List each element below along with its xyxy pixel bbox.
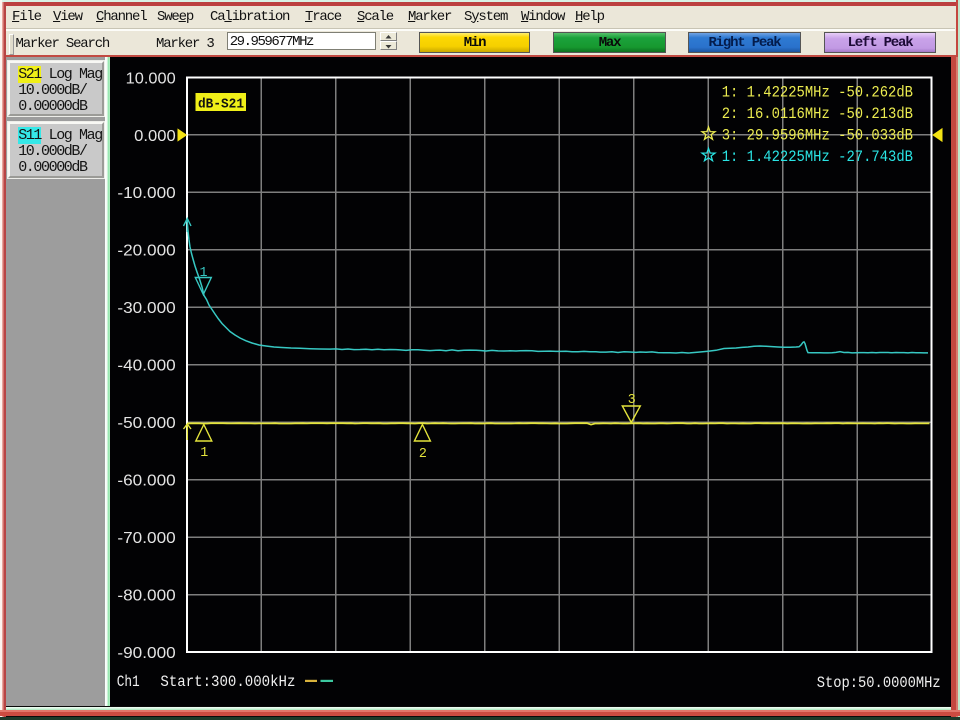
svg-text:2: 16.0116MHz -50.213dB: 2: 16.0116MHz -50.213dB — [722, 105, 913, 123]
svg-text:1: 1 — [200, 265, 208, 281]
svg-text:0.000: 0.000 — [134, 128, 176, 145]
svg-text:2: 2 — [419, 446, 427, 462]
svg-text:1: 1.42225MHz -50.262dB: 1: 1.42225MHz -50.262dB — [722, 84, 913, 102]
svg-text:-40.000: -40.000 — [117, 358, 175, 375]
svg-text:1: 1.42225MHz -27.743dB: 1: 1.42225MHz -27.743dB — [722, 148, 913, 166]
svg-text:10.000: 10.000 — [126, 70, 176, 87]
svg-text:dB-S21: dB-S21 — [198, 97, 244, 113]
svg-text:-90.000: -90.000 — [117, 645, 175, 662]
svg-text:-80.000: -80.000 — [117, 587, 175, 604]
svg-text:-10.000: -10.000 — [117, 185, 175, 202]
svg-text:Stop:50.0000MHz: Stop:50.0000MHz — [817, 674, 941, 692]
svg-text:-20.000: -20.000 — [117, 243, 175, 260]
svg-text:3: 29.9596MHz -50.033dB: 3: 29.9596MHz -50.033dB — [722, 126, 913, 144]
svg-text:Start:300.000kHz: Start:300.000kHz — [160, 673, 295, 691]
svg-text:-30.000: -30.000 — [117, 300, 175, 317]
svg-text:-50.000: -50.000 — [117, 415, 175, 432]
svg-text:-60.000: -60.000 — [117, 473, 175, 490]
svg-text:Ch1: Ch1 — [117, 673, 140, 691]
svg-text:3: 3 — [628, 392, 636, 408]
svg-text:-70.000: -70.000 — [117, 530, 175, 547]
svg-text:1: 1 — [200, 445, 208, 461]
